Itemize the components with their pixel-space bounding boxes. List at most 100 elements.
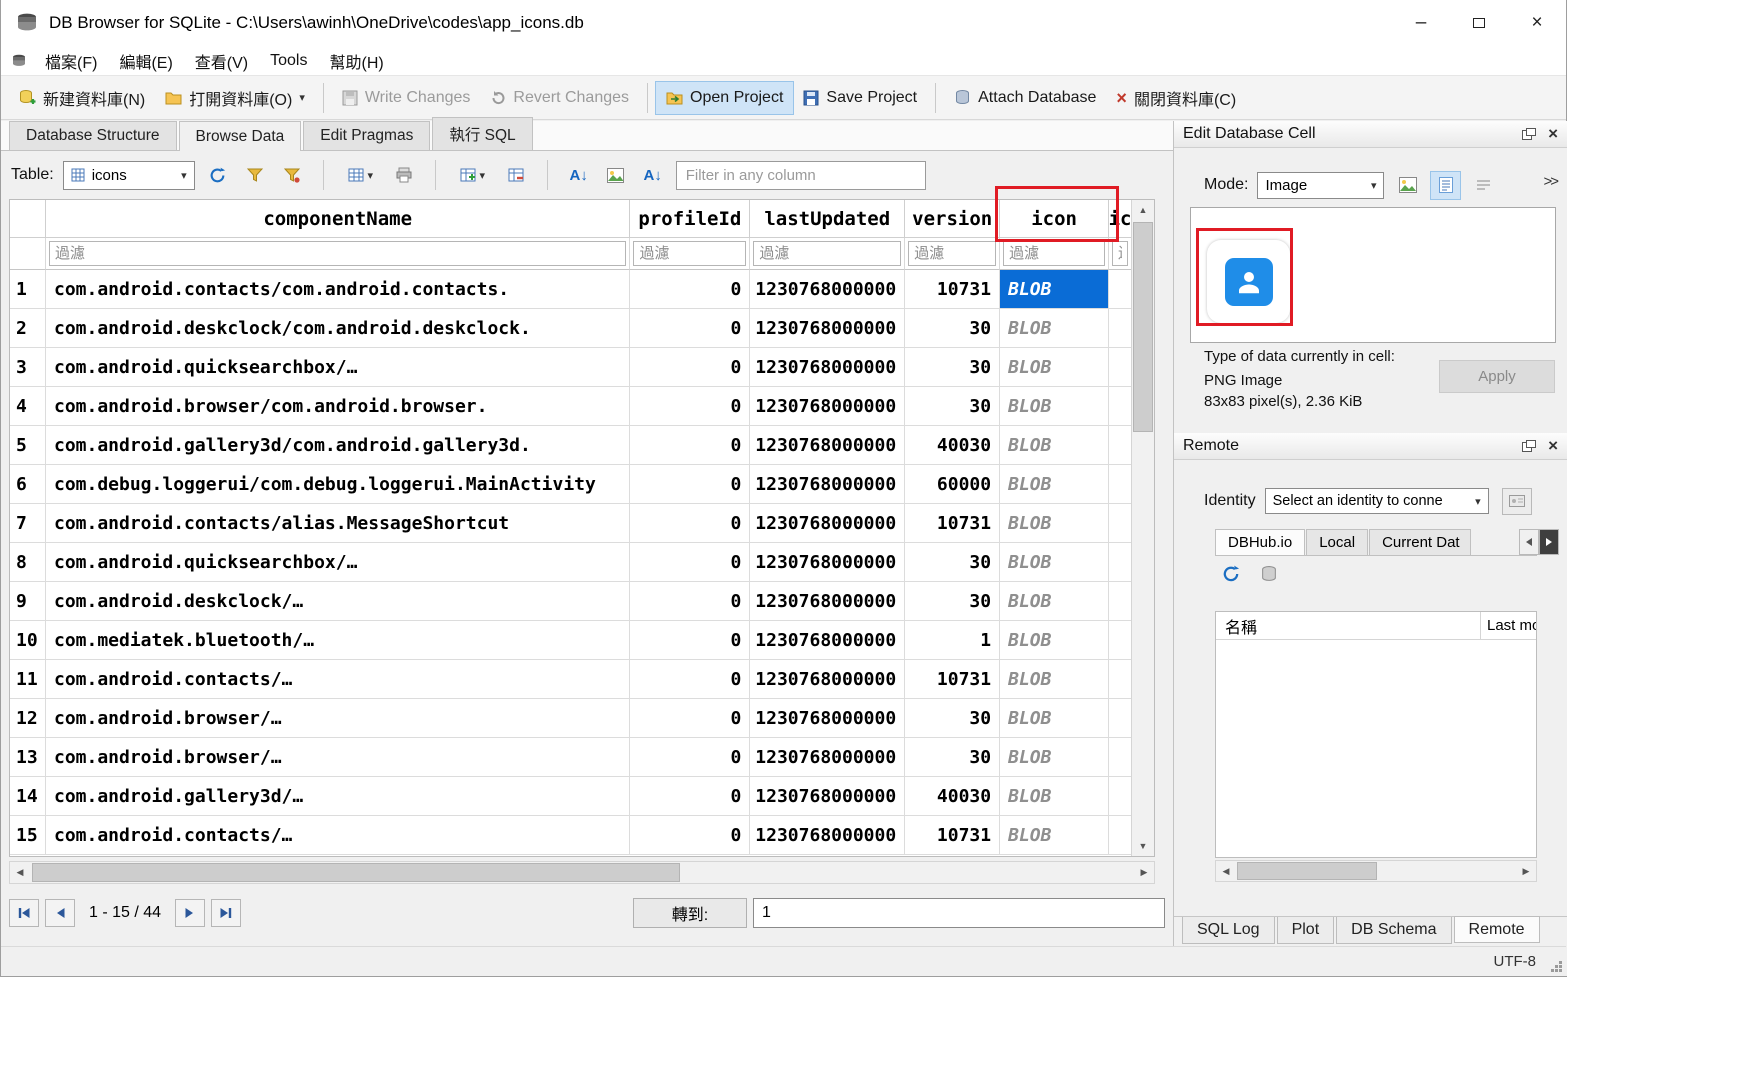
tab-sql-log[interactable]: SQL Log bbox=[1182, 917, 1275, 944]
word-wrap-button[interactable] bbox=[1469, 172, 1498, 199]
cell-version[interactable]: 30 bbox=[905, 699, 1000, 738]
row-number[interactable]: 12 bbox=[10, 699, 46, 738]
cell-componentname[interactable]: com.android.browser/… bbox=[46, 699, 630, 738]
tab-browse-data[interactable]: Browse Data bbox=[179, 121, 302, 151]
cell-image-preview[interactable] bbox=[1190, 207, 1556, 343]
resize-grip-icon[interactable] bbox=[1550, 960, 1563, 973]
tab-current-database[interactable]: Current Dat bbox=[1369, 529, 1471, 555]
tab-db-schema[interactable]: DB Schema bbox=[1336, 917, 1451, 944]
tab-database-structure[interactable]: Database Structure bbox=[9, 121, 177, 150]
cell-overflow[interactable] bbox=[1109, 699, 1131, 738]
tab-scroll-left-icon[interactable] bbox=[1519, 529, 1539, 555]
revert-changes-button[interactable]: Revert Changes bbox=[480, 82, 639, 114]
next-page-button[interactable] bbox=[175, 899, 205, 927]
row-number[interactable]: 2 bbox=[10, 309, 46, 348]
cell-profileid[interactable]: 0 bbox=[630, 777, 750, 816]
new-database-button[interactable]: 新建資料庫(N) bbox=[9, 79, 155, 117]
row-number[interactable]: 10 bbox=[10, 621, 46, 660]
cell-componentname[interactable]: com.android.deskclock/… bbox=[46, 582, 630, 621]
filter-input-icon[interactable] bbox=[1003, 241, 1105, 266]
cell-componentname[interactable]: com.mediatek.bluetooth/… bbox=[46, 621, 630, 660]
cell-version[interactable]: 30 bbox=[905, 348, 1000, 387]
filter-input-lastupdated[interactable] bbox=[753, 241, 901, 266]
edit-cell-toggle-button[interactable] bbox=[602, 161, 630, 189]
tab-dbhub[interactable]: DBHub.io bbox=[1215, 529, 1305, 555]
cell-icon-blob[interactable]: BLOB bbox=[1000, 309, 1109, 348]
cell-lastupdated[interactable]: 1230768000000 bbox=[750, 309, 905, 348]
cell-version[interactable]: 40030 bbox=[905, 777, 1000, 816]
filter-input-profileid[interactable] bbox=[633, 241, 746, 266]
row-number[interactable]: 8 bbox=[10, 543, 46, 582]
scroll-down-icon[interactable]: ▼ bbox=[1132, 836, 1154, 856]
cell-version[interactable]: 40030 bbox=[905, 426, 1000, 465]
cell-profileid[interactable]: 0 bbox=[630, 465, 750, 504]
row-number[interactable]: 6 bbox=[10, 465, 46, 504]
row-number[interactable]: 5 bbox=[10, 426, 46, 465]
cell-lastupdated[interactable]: 1230768000000 bbox=[750, 660, 905, 699]
grid-horizontal-scrollbar[interactable]: ◀ ▶ bbox=[9, 861, 1155, 884]
cell-version[interactable]: 10731 bbox=[905, 816, 1000, 855]
cell-profileid[interactable]: 0 bbox=[630, 621, 750, 660]
scroll-left-icon[interactable]: ◀ bbox=[1216, 861, 1236, 881]
cell-lastupdated[interactable]: 1230768000000 bbox=[750, 348, 905, 387]
cell-componentname[interactable]: com.android.browser/com.android.browser. bbox=[46, 387, 630, 426]
menu-item-edit[interactable]: 編輯(E) bbox=[109, 45, 182, 77]
cell-lastupdated[interactable]: 1230768000000 bbox=[750, 426, 905, 465]
goto-record-input[interactable] bbox=[753, 898, 1165, 928]
cell-profileid[interactable]: 0 bbox=[630, 543, 750, 582]
print-button[interactable] bbox=[390, 161, 418, 189]
cell-version[interactable]: 30 bbox=[905, 543, 1000, 582]
cell-version[interactable]: 10731 bbox=[905, 270, 1000, 309]
cell-icon-blob[interactable]: BLOB bbox=[1000, 816, 1109, 855]
previous-page-button[interactable] bbox=[45, 899, 75, 927]
refresh-button[interactable] bbox=[204, 161, 232, 189]
scroll-left-icon[interactable]: ◀ bbox=[10, 862, 30, 883]
cell-profileid[interactable]: 0 bbox=[630, 504, 750, 543]
cell-profileid[interactable]: 0 bbox=[630, 426, 750, 465]
column-header-version[interactable]: version bbox=[905, 200, 1000, 238]
filter-input-componentname[interactable] bbox=[49, 241, 626, 266]
selected-cell-icon-blob[interactable]: BLOB bbox=[1000, 270, 1109, 309]
column-header-icon[interactable]: icon bbox=[1000, 200, 1109, 238]
remote-scrollbar-thumb[interactable] bbox=[1237, 862, 1377, 880]
global-filter-input[interactable] bbox=[676, 161, 926, 190]
cell-profileid[interactable]: 0 bbox=[630, 348, 750, 387]
write-changes-button[interactable]: Write Changes bbox=[332, 82, 481, 114]
column-header-componentname[interactable]: componentName bbox=[46, 200, 630, 238]
menu-item-view[interactable]: 查看(V) bbox=[185, 45, 258, 77]
cell-icon-blob[interactable]: BLOB bbox=[1000, 387, 1109, 426]
horizontal-scrollbar-thumb[interactable] bbox=[32, 863, 680, 882]
open-database-button[interactable]: 打開資料庫(O) ▾ bbox=[155, 79, 315, 117]
row-number[interactable]: 4 bbox=[10, 387, 46, 426]
cell-componentname[interactable]: com.android.quicksearchbox/… bbox=[46, 543, 630, 582]
minimize-button[interactable]: – bbox=[1392, 0, 1450, 46]
menu-item-file[interactable]: 檔案(F) bbox=[35, 45, 107, 77]
maximize-button[interactable] bbox=[1450, 0, 1508, 46]
cell-componentname[interactable]: com.android.contacts/alias.MessageShortc… bbox=[46, 504, 630, 543]
cell-profileid[interactable]: 0 bbox=[630, 816, 750, 855]
cell-profileid[interactable]: 0 bbox=[630, 582, 750, 621]
cell-lastupdated[interactable]: 1230768000000 bbox=[750, 699, 905, 738]
filter-input-version[interactable] bbox=[908, 241, 996, 266]
cell-profileid[interactable]: 0 bbox=[630, 270, 750, 309]
cell-profileid[interactable]: 0 bbox=[630, 699, 750, 738]
cell-version[interactable]: 30 bbox=[905, 582, 1000, 621]
cell-version[interactable]: 30 bbox=[905, 738, 1000, 777]
remote-refresh-icon[interactable] bbox=[1222, 565, 1240, 583]
cell-lastupdated[interactable]: 1230768000000 bbox=[750, 543, 905, 582]
cell-version[interactable]: 60000 bbox=[905, 465, 1000, 504]
row-number[interactable]: 13 bbox=[10, 738, 46, 777]
cell-lastupdated[interactable]: 1230768000000 bbox=[750, 816, 905, 855]
tab-local[interactable]: Local bbox=[1306, 529, 1368, 555]
cell-lastupdated[interactable]: 1230768000000 bbox=[750, 582, 905, 621]
float-panel-icon[interactable] bbox=[1522, 440, 1536, 452]
identity-select[interactable]: Select an identity to conne ▾ bbox=[1265, 488, 1489, 514]
delete-record-button[interactable] bbox=[502, 161, 530, 189]
sort-asc-button[interactable]: A↓ bbox=[565, 161, 593, 189]
identity-certificate-button[interactable] bbox=[1502, 488, 1532, 515]
save-project-button[interactable]: Save Project bbox=[793, 82, 927, 114]
cell-overflow[interactable] bbox=[1109, 816, 1131, 855]
cell-componentname[interactable]: com.android.contacts/… bbox=[46, 660, 630, 699]
row-number[interactable]: 1 bbox=[10, 270, 46, 309]
open-database-dropdown-icon[interactable]: ▾ bbox=[299, 91, 305, 104]
